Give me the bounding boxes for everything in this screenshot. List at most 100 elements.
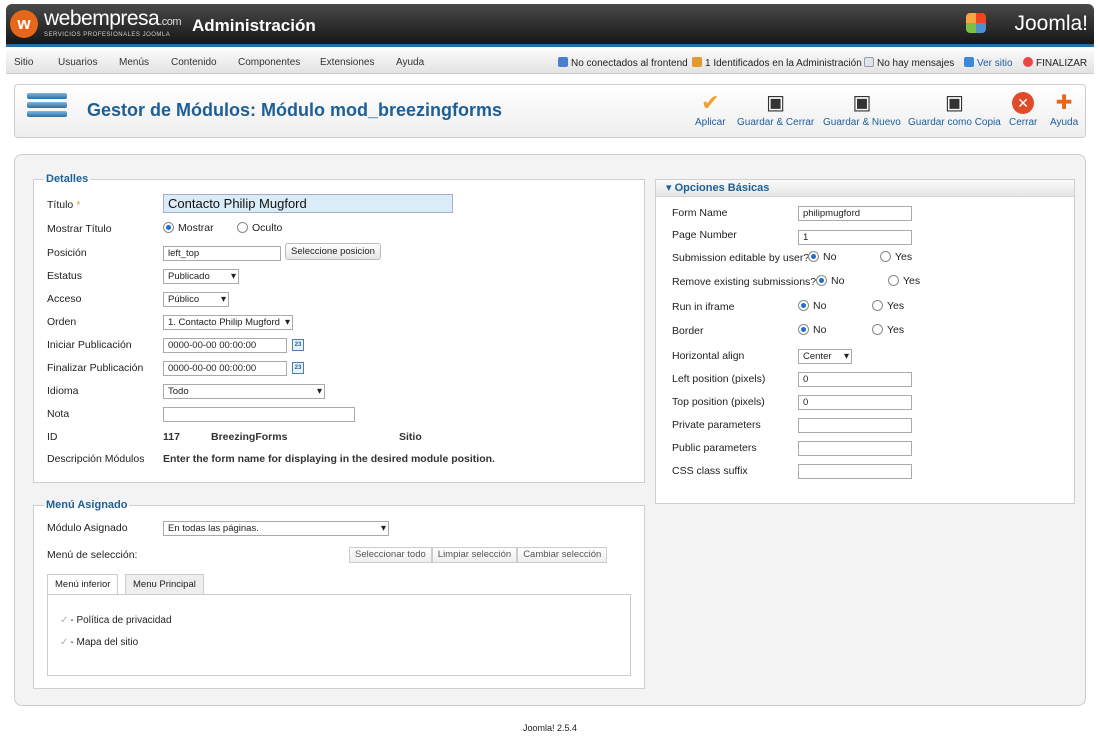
menu-item-sitemap[interactable]: ✓ - Mapa del sitio (60, 637, 138, 648)
calendar-icon[interactable]: 23 (292, 339, 304, 351)
remove-submissions-yes[interactable]: Yes (888, 275, 920, 287)
note-input[interactable] (163, 407, 355, 422)
top-position-input[interactable]: 0 (798, 395, 912, 410)
submission-editable-no[interactable]: No (808, 251, 836, 263)
save-new-button[interactable]: ▣ Guardar & Nuevo (823, 91, 901, 128)
private-params-label: Private parameters (672, 419, 761, 431)
header-divider (6, 44, 1094, 47)
css-suffix-input[interactable] (798, 464, 912, 479)
remove-submissions-no[interactable]: No (816, 275, 844, 287)
select-position-button[interactable]: Seleccione posicion (285, 243, 381, 260)
save-copy-button[interactable]: ▣ Guardar como Copia (908, 91, 1001, 128)
calendar-icon[interactable]: 23 (292, 362, 304, 374)
menu-componentes[interactable]: Componentes (238, 57, 300, 68)
joomla-logo: Joomla! (1014, 12, 1088, 35)
menu-ayuda[interactable]: Ayuda (396, 57, 424, 68)
power-icon (1023, 57, 1033, 67)
main-menu-bar: Sitio Usuarios Menús Contenido Component… (6, 50, 1094, 74)
users-icon (558, 57, 568, 67)
help-button[interactable]: ✚ Ayuda (1050, 91, 1078, 128)
id-value: 117 (163, 431, 180, 443)
module-assignment-label: Módulo Asignado (47, 522, 128, 534)
access-label: Acceso (47, 293, 82, 305)
menu-extensiones[interactable]: Extensiones (320, 57, 374, 68)
run-iframe-no[interactable]: No (798, 300, 826, 312)
publish-start-input[interactable]: 0000-00-00 00:00:00 (163, 338, 287, 353)
halign-label: Horizontal align (672, 350, 745, 362)
form-name-label: Form Name (672, 207, 728, 219)
help-icon: ✚ (1055, 92, 1073, 114)
apply-button[interactable]: ✔ Aplicar (695, 91, 726, 129)
order-select[interactable]: 1. Contacto Philip Mugford (163, 315, 293, 330)
basic-options-header[interactable]: ▾ Opciones Básicas (656, 180, 1074, 197)
select-all-button[interactable]: Seleccionar todo (349, 547, 432, 563)
admin-header: w webempresa.com SERVICIOS PROFESIONALES… (6, 4, 1094, 44)
toggle-selection-button[interactable]: Cambiar selección (517, 547, 608, 563)
frontend-status: No conectados al frontend (558, 57, 688, 69)
menu-contenido[interactable]: Contenido (171, 57, 217, 68)
show-title-label: Mostrar Título (47, 223, 112, 235)
module-name: BreezingForms (211, 431, 288, 443)
show-title-radio-show[interactable]: Mostrar (163, 222, 214, 234)
close-icon: ✕ (1012, 92, 1035, 114)
details-content: Título * Contacto Philip Mugford Mostrar… (33, 173, 645, 483)
selection-button-group: Seleccionar todo Limpiar selección Cambi… (349, 547, 608, 563)
left-position-label: Left position (pixels) (672, 373, 766, 385)
note-label: Nota (47, 408, 70, 420)
status-select[interactable]: Publicado (163, 269, 239, 284)
menu-usuarios[interactable]: Usuarios (58, 57, 97, 68)
access-select[interactable]: Público (163, 292, 229, 307)
top-position-label: Top position (pixels) (672, 396, 765, 408)
private-params-input[interactable] (798, 418, 912, 433)
page-toolbar: Gestor de Módulos: Módulo mod_breezingfo… (14, 84, 1086, 138)
id-label: ID (47, 431, 58, 443)
tab-menu-inferior[interactable]: Menú inferior (47, 574, 119, 595)
messages-status[interactable]: No hay mensajes (864, 57, 954, 69)
public-params-label: Public parameters (672, 442, 757, 454)
admin-status: 1 Identificados en la Administración (692, 57, 862, 69)
page-number-input[interactable]: 1 (798, 230, 912, 245)
menu-sitio[interactable]: Sitio (14, 57, 33, 68)
page-title: Gestor de Módulos: Módulo mod_breezingfo… (87, 100, 503, 120)
halign-select[interactable]: Center (798, 349, 852, 364)
triangle-down-icon: ▾ (666, 182, 672, 194)
module-manager-icon (27, 93, 67, 127)
run-iframe-yes[interactable]: Yes (872, 300, 904, 312)
position-label: Posición (47, 247, 87, 259)
left-position-input[interactable]: 0 (798, 372, 912, 387)
page-number-label: Page Number (672, 229, 737, 241)
module-assignment-select[interactable]: En todas las páginas. (163, 521, 389, 536)
joomla-mark-icon (966, 13, 986, 33)
tab-menu-principal[interactable]: Menu Principal (125, 574, 204, 594)
view-site-link[interactable]: Ver sitio (964, 57, 1013, 69)
save-close-button[interactable]: ▣ Guardar & Cerrar (737, 91, 814, 128)
save-copy-icon: ▣ (944, 92, 964, 114)
menu-menus[interactable]: Menús (119, 57, 149, 68)
save-new-icon: ▣ (852, 92, 872, 114)
clear-selection-button[interactable]: Limpiar selección (431, 547, 518, 563)
run-iframe-label: Run in iframe (672, 301, 735, 313)
save-icon: ▣ (766, 92, 786, 114)
module-client: Sitio (399, 431, 422, 443)
show-title-radio-hide[interactable]: Oculto (237, 222, 282, 234)
publish-end-input[interactable]: 0000-00-00 00:00:00 (163, 361, 287, 376)
brand-name: webempresa.com (44, 7, 182, 30)
basic-options-panel: ▾ Opciones Básicas Form Name philipmugfo… (655, 179, 1075, 504)
order-label: Orden (47, 316, 77, 328)
title-input[interactable]: Contacto Philip Mugford (163, 194, 453, 213)
menu-selection-label: Menú de selección: (47, 549, 138, 561)
close-button[interactable]: ✕ Cerrar (1009, 91, 1037, 128)
admin-title: Administración (192, 16, 316, 35)
submission-editable-yes[interactable]: Yes (880, 251, 912, 263)
border-no[interactable]: No (798, 324, 826, 336)
form-name-input[interactable]: philipmugford (798, 206, 912, 221)
menu-item-privacy[interactable]: ✓ - Política de privacidad (60, 615, 172, 626)
language-label: Idioma (47, 385, 79, 397)
language-select[interactable]: Todo (163, 384, 325, 399)
publish-start-label: Iniciar Publicación (47, 339, 132, 351)
logout-link[interactable]: FINALIZAR (1023, 57, 1087, 69)
title-label: Título * (47, 199, 81, 211)
border-yes[interactable]: Yes (872, 324, 904, 336)
position-input[interactable]: left_top (163, 246, 281, 261)
public-params-input[interactable] (798, 441, 912, 456)
